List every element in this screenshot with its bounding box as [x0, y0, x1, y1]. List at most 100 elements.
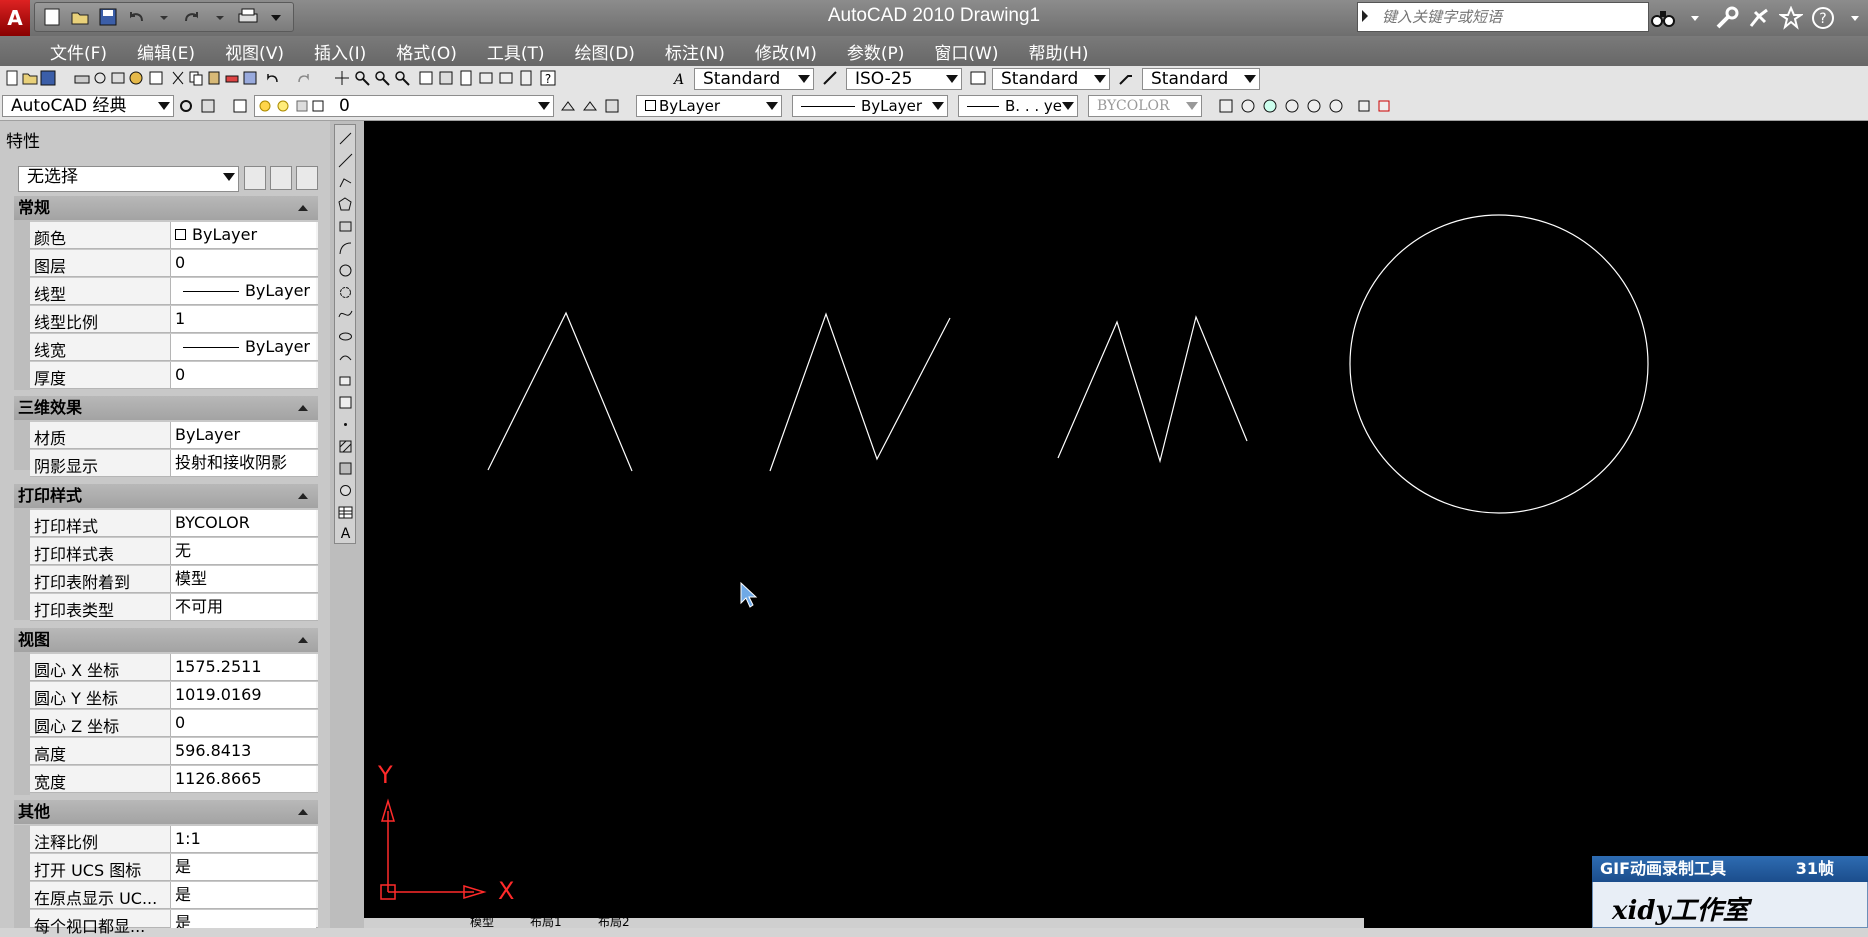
3d-dwf-icon[interactable] [128, 70, 144, 86]
publish-icon[interactable] [110, 70, 126, 86]
gif-recorder-title[interactable]: GIF动画录制工具 31帧 [1592, 856, 1868, 882]
toggle-pickadd-icon[interactable] [244, 166, 266, 190]
plot-preview-icon[interactable] [92, 70, 108, 86]
ellipse-arc-icon[interactable] [338, 351, 353, 366]
help-icon[interactable]: ? [1810, 4, 1836, 32]
polyline-icon[interactable] [338, 175, 353, 190]
multileader-style-select[interactable]: Standard [1142, 68, 1260, 90]
menu-window[interactable]: 窗口(W) [934, 39, 998, 64]
workspace-select[interactable]: AutoCAD 经典 [2, 95, 174, 117]
property-row[interactable]: 打印样式 BYCOLOR [30, 510, 318, 537]
selection-select[interactable]: 无选择 [18, 166, 239, 192]
property-row[interactable]: 在原点显示 UC... 是 [30, 882, 318, 909]
section-view[interactable]: 视图 [14, 628, 318, 652]
text-style-select[interactable]: Standard [694, 68, 814, 90]
spline-icon[interactable] [338, 307, 353, 322]
section-3d-effects[interactable]: 三维效果 [14, 396, 318, 420]
menu-format[interactable]: 格式(O) [396, 39, 457, 64]
save-icon[interactable] [40, 70, 56, 86]
undo-icon[interactable] [264, 70, 280, 86]
subscription-center-icon[interactable] [1714, 4, 1740, 32]
property-row[interactable]: 宽度 1126.8665 [30, 766, 318, 793]
zoom-extents-icon[interactable] [1262, 98, 1278, 114]
plot-icon[interactable] [74, 70, 90, 86]
polyline-shape-2[interactable] [769, 312, 951, 472]
property-row[interactable]: 线型 ByLayer [30, 278, 318, 305]
3d-box-icon[interactable] [1356, 98, 1372, 114]
property-row[interactable]: 打印样式表 无 [30, 538, 318, 565]
property-row[interactable]: 阴影显示 投射和接收阴影 [30, 450, 318, 477]
tab-layout1[interactable]: 布局1 [530, 915, 562, 929]
zoom-window-icon[interactable] [374, 70, 390, 86]
property-row[interactable]: 圆心 Y 坐标 1019.0169 [30, 682, 318, 709]
circle-shape[interactable] [1349, 214, 1649, 514]
menu-tools[interactable]: 工具(T) [487, 39, 545, 64]
arc-icon[interactable] [338, 241, 353, 256]
layer-previous-icon[interactable] [582, 98, 598, 114]
property-row[interactable]: 材质 ByLayer [30, 422, 318, 449]
zoom-previous-icon[interactable] [394, 70, 410, 86]
property-row[interactable]: 线宽 ByLayer [30, 334, 318, 361]
my-workspace-icon[interactable] [200, 98, 216, 114]
make-object-layer-current-icon[interactable] [560, 98, 576, 114]
polyline-shape-3[interactable] [1057, 315, 1248, 464]
multileader-style-icon[interactable] [1118, 70, 1134, 86]
orbit-icon[interactable] [1284, 98, 1300, 114]
copy-icon[interactable] [188, 70, 204, 86]
text-style-icon[interactable]: A [672, 70, 688, 86]
cut-icon[interactable] [170, 70, 186, 86]
menu-insert[interactable]: 插入(I) [314, 39, 366, 64]
favorites-star-icon[interactable] [1778, 4, 1804, 32]
table-style-icon[interactable] [970, 70, 986, 86]
layer-state-manager-icon[interactable] [604, 98, 620, 114]
block-editor-icon[interactable] [242, 70, 258, 86]
property-row[interactable]: 高度 596.8413 [30, 738, 318, 765]
ellipse-icon[interactable] [338, 329, 353, 344]
named-views-icon[interactable] [1218, 98, 1234, 114]
zoom-realtime-icon[interactable] [354, 70, 370, 86]
quickcalc-icon[interactable] [518, 70, 534, 86]
help-dropdown-icon[interactable] [1842, 4, 1868, 32]
menu-edit[interactable]: 编辑(E) [137, 39, 195, 64]
property-row[interactable]: 打印表类型 不可用 [30, 594, 318, 621]
property-row[interactable]: 厚度 0 [30, 362, 318, 389]
linetype-select[interactable]: ByLayer [792, 95, 948, 117]
tab-layout2[interactable]: 布局2 [598, 915, 630, 929]
property-row[interactable]: 每个视口都显... 是 [30, 910, 318, 936]
tab-model[interactable]: 模型 [470, 915, 494, 929]
dimension-style-icon[interactable] [822, 70, 838, 86]
circle-icon[interactable] [338, 263, 353, 278]
insert-block-icon[interactable] [338, 373, 353, 388]
render-icon[interactable] [1328, 98, 1344, 114]
close-toolbar-icon[interactable] [1376, 98, 1392, 114]
dimension-style-select[interactable]: ISO-25 [846, 68, 962, 90]
redo-icon[interactable] [296, 70, 312, 86]
section-plot-style[interactable]: 打印样式 [14, 484, 318, 508]
paste-icon[interactable] [206, 70, 222, 86]
tool-palettes-icon[interactable] [458, 70, 474, 86]
pan-icon[interactable] [334, 70, 350, 86]
communication-center-icon[interactable] [1746, 4, 1772, 32]
section-general[interactable]: 常规 [14, 196, 318, 220]
rectangle-icon[interactable] [338, 219, 353, 234]
quick-select-icon[interactable] [296, 166, 318, 190]
menu-dimension[interactable]: 标注(N) [665, 39, 725, 64]
property-row[interactable]: 线型比例 1 [30, 306, 318, 333]
menu-modify[interactable]: 修改(M) [755, 39, 817, 64]
workspace-settings-icon[interactable] [178, 98, 194, 114]
line-icon[interactable] [338, 131, 353, 146]
table-icon[interactable] [338, 505, 353, 520]
property-row[interactable]: 图层 0 [30, 250, 318, 277]
property-row[interactable]: 注释比例 1:1 [30, 826, 318, 853]
property-row[interactable]: 圆心 Z 坐标 0 [30, 710, 318, 737]
search-expand-icon[interactable] [1360, 8, 1370, 22]
menu-parametric[interactable]: 参数(P) [847, 39, 905, 64]
table-style-select[interactable]: Standard [992, 68, 1110, 90]
point-icon[interactable] [338, 417, 353, 432]
polygon-icon[interactable] [338, 197, 353, 212]
revision-cloud-icon[interactable] [338, 285, 353, 300]
hatch-icon[interactable] [338, 439, 353, 454]
plot-style-select[interactable]: BYCOLOR [1088, 95, 1202, 117]
markup-set-icon[interactable] [498, 70, 514, 86]
match-properties-icon[interactable] [224, 70, 240, 86]
